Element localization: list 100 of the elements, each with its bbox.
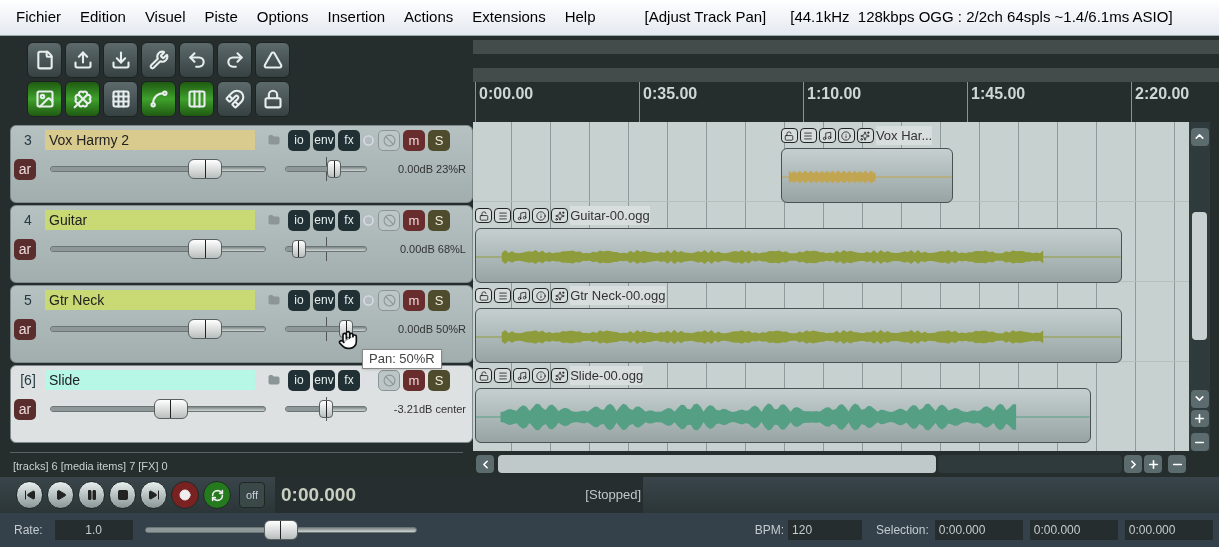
item-button[interactable] xyxy=(475,208,493,223)
bpm-field[interactable]: 120 xyxy=(788,520,863,540)
new-file-icon-button[interactable] xyxy=(27,42,62,78)
item-button[interactable] xyxy=(780,128,798,143)
solo-button[interactable]: S xyxy=(428,209,450,231)
selection-end-field[interactable]: 0:00.000 xyxy=(1029,520,1118,540)
download-icon-button[interactable] xyxy=(103,42,138,78)
record-button[interactable] xyxy=(171,481,199,509)
mute-button[interactable]: m xyxy=(403,369,425,391)
track-button[interactable]: env xyxy=(313,369,335,391)
item-button[interactable] xyxy=(494,368,512,383)
record-arm-button[interactable]: ar xyxy=(14,398,36,420)
track-name[interactable]: Vox Harmy 2 xyxy=(45,130,255,150)
menu-item[interactable]: Options xyxy=(256,6,309,29)
solo-button[interactable]: S xyxy=(428,289,450,311)
track-button[interactable]: io xyxy=(288,209,310,231)
record-arm-button[interactable]: ar xyxy=(14,318,36,340)
zoom-in-button[interactable] xyxy=(1190,409,1209,428)
item-button[interactable] xyxy=(532,208,550,223)
menu-item[interactable]: Actions xyxy=(404,6,454,29)
repeat-button[interactable] xyxy=(203,481,231,509)
record-arm-button[interactable]: ar xyxy=(14,158,36,180)
item-button[interactable] xyxy=(551,208,569,223)
item-button[interactable] xyxy=(513,208,531,223)
track-button[interactable]: env xyxy=(313,129,335,151)
item-button[interactable] xyxy=(818,128,836,143)
item-button[interactable] xyxy=(551,368,569,383)
clover-icon-toggle[interactable] xyxy=(65,81,100,117)
redo-icon-button[interactable] xyxy=(217,42,252,78)
stop-button[interactable] xyxy=(109,481,136,509)
wrench-icon-button[interactable] xyxy=(141,42,176,78)
scroll-left-button[interactable] xyxy=(476,455,494,473)
fader-thumb[interactable] xyxy=(188,239,223,259)
track-name[interactable]: Guitar xyxy=(45,210,255,230)
record-arm-button[interactable]: ar xyxy=(14,238,36,260)
menu-item[interactable]: Extensions xyxy=(472,6,546,29)
scroll-up-button[interactable] xyxy=(1190,128,1209,146)
item-button[interactable] xyxy=(494,208,512,223)
solo-button[interactable]: S xyxy=(428,369,450,391)
go-to-start-button[interactable] xyxy=(16,481,43,509)
track-button[interactable]: fx xyxy=(338,209,360,231)
mute-button[interactable]: m xyxy=(403,289,425,311)
pan-fader-thumb[interactable] xyxy=(327,160,341,178)
upload-icon-button[interactable] xyxy=(65,42,100,78)
track-button[interactable]: fx xyxy=(338,289,360,311)
menu-item[interactable]: Visuel xyxy=(144,6,186,29)
track-name[interactable]: Slide xyxy=(45,370,255,390)
zoom-out-button[interactable] xyxy=(1190,433,1209,451)
media-item[interactable] xyxy=(475,388,1091,443)
menu-item[interactable]: Fichier xyxy=(16,6,61,29)
fader-thumb[interactable] xyxy=(263,520,298,540)
pause-button[interactable] xyxy=(78,481,105,509)
menu-item[interactable]: Piste xyxy=(204,6,238,29)
track-button[interactable]: env xyxy=(313,209,335,231)
grid-icon-toggle[interactable] xyxy=(103,81,138,117)
track-button[interactable]: io xyxy=(288,129,310,151)
pan-fader-thumb[interactable] xyxy=(291,240,306,258)
columns-icon-toggle[interactable] xyxy=(179,81,214,117)
track-button[interactable]: io xyxy=(288,369,310,391)
go-to-end-button[interactable] xyxy=(140,481,167,509)
track-button[interactable]: io xyxy=(288,289,310,311)
item-button[interactable] xyxy=(475,288,493,303)
image-icon-toggle[interactable] xyxy=(27,81,62,117)
item-button[interactable] xyxy=(513,368,531,383)
menu-item[interactable]: Edition xyxy=(80,6,126,29)
zoom-out-button[interactable] xyxy=(1168,455,1186,473)
mute-button[interactable]: m xyxy=(403,209,425,231)
media-item[interactable] xyxy=(475,308,1122,363)
track-panel[interactable]: 4 Guitar io env fx m S ar 0.00dB 68%L xyxy=(10,205,473,283)
undo-icon-button[interactable] xyxy=(179,42,214,78)
lock-icon-toggle[interactable] xyxy=(255,81,290,117)
menu-item[interactable]: Insertion xyxy=(327,6,386,29)
item-button[interactable] xyxy=(494,288,512,303)
scroll-down-button[interactable] xyxy=(1190,389,1209,408)
item-button[interactable] xyxy=(532,288,550,303)
mute-button[interactable]: m xyxy=(403,129,425,151)
play-button[interactable] xyxy=(47,481,74,509)
fader-thumb[interactable] xyxy=(188,319,223,339)
item-button[interactable] xyxy=(799,128,817,143)
track-button[interactable]: fx xyxy=(338,129,360,151)
solo-button[interactable]: S xyxy=(428,129,450,151)
media-item[interactable] xyxy=(475,228,1122,283)
pan-fader-thumb[interactable] xyxy=(319,400,333,418)
fader-thumb[interactable] xyxy=(188,159,223,179)
vertical-scrollbar[interactable] xyxy=(1189,122,1210,451)
track-panel[interactable]: 3 Vox Harmy 2 io env fx m S ar 0.00dB 23%R xyxy=(10,125,473,203)
horizontal-scroll-thumb[interactable] xyxy=(498,455,936,473)
item-button[interactable] xyxy=(513,288,531,303)
item-button[interactable] xyxy=(551,288,569,303)
track-name[interactable]: Gtr Neck xyxy=(45,290,255,310)
item-button[interactable] xyxy=(856,128,874,143)
off-button[interactable]: off xyxy=(239,482,265,508)
menu-item[interactable]: Help xyxy=(564,6,596,29)
nodes-icon-toggle[interactable] xyxy=(141,81,176,117)
selection-length-field[interactable]: 0:00.000 xyxy=(1124,520,1213,540)
track-button[interactable]: fx xyxy=(338,369,360,391)
item-button[interactable] xyxy=(837,128,855,143)
scroll-right-button[interactable] xyxy=(1124,455,1142,473)
item-button[interactable] xyxy=(532,368,550,383)
fader-thumb[interactable] xyxy=(153,399,188,419)
